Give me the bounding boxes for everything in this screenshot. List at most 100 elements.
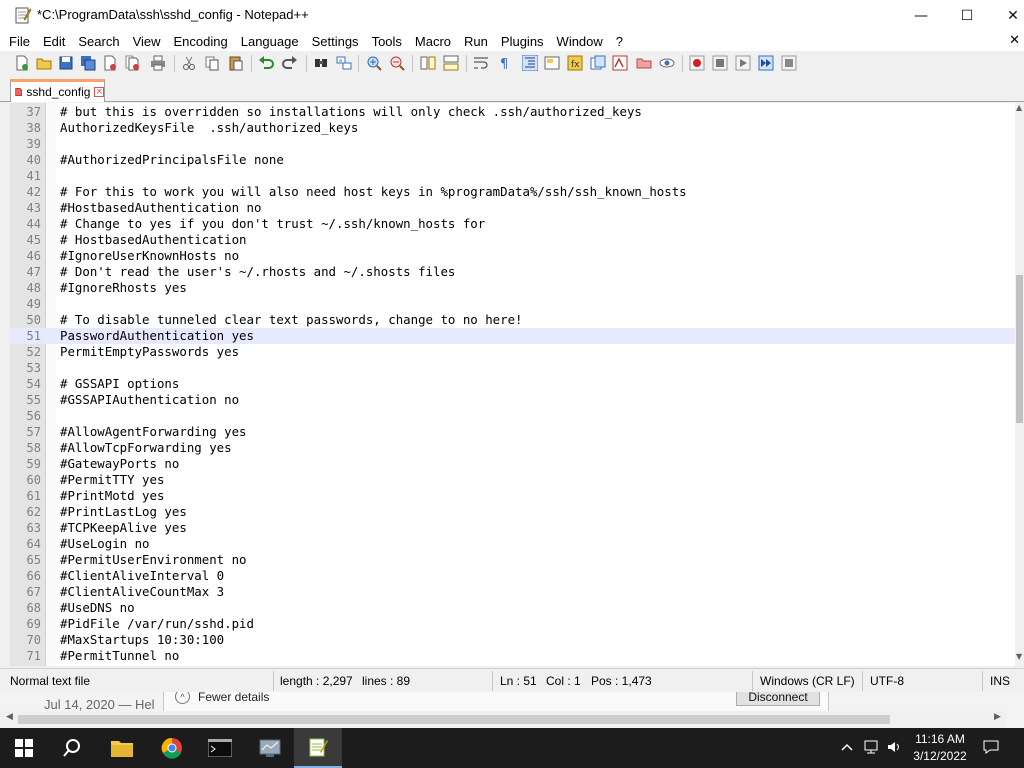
taskbar-file-explorer[interactable] [98, 728, 146, 768]
search-button[interactable] [48, 728, 96, 768]
editor-line[interactable]: 68 #UseDNS no [10, 600, 1015, 616]
start-button[interactable] [0, 728, 48, 768]
monitoring-icon[interactable] [612, 55, 628, 71]
editor-line[interactable]: 49 [10, 296, 1015, 312]
folder-icon[interactable] [636, 55, 652, 71]
notifications-icon[interactable] [982, 738, 1000, 756]
print-icon[interactable] [150, 55, 166, 71]
cut-icon[interactable] [181, 55, 197, 71]
sync-vertical-icon[interactable] [420, 55, 436, 71]
editor-line[interactable]: 61 #PrintMotd yes [10, 488, 1015, 504]
editor-line[interactable]: 70 #MaxStartups 10:30:100 [10, 632, 1015, 648]
close-file-icon[interactable] [102, 55, 118, 71]
replace-icon[interactable]: a [336, 55, 352, 71]
folder-as-workspace-icon[interactable] [590, 55, 606, 71]
open-file-icon[interactable] [36, 55, 52, 71]
editor-line[interactable]: 50 # To disable tunneled clear text passw… [10, 312, 1015, 328]
editor-line[interactable]: 39 [10, 136, 1015, 152]
editor-line[interactable]: 59 #GatewayPorts no [10, 456, 1015, 472]
menu-search[interactable]: Search [78, 34, 119, 49]
status-encoding[interactable]: UTF-8 [870, 674, 904, 688]
system-clock[interactable]: 11:16 AM 3/12/2022 [905, 731, 975, 765]
zoom-in-icon[interactable] [366, 55, 382, 71]
minimize-button[interactable]: — [898, 0, 944, 31]
tab-close-icon[interactable]: × [94, 87, 104, 97]
editor-line[interactable]: 65 #PermitUserEnvironment no [10, 552, 1015, 568]
redo-icon[interactable] [282, 55, 298, 71]
editor-line[interactable]: 51 PasswordAuthentication yes [10, 328, 1015, 344]
save-icon[interactable] [58, 55, 74, 71]
editor-line[interactable]: 63 #TCPKeepAlive yes [10, 520, 1015, 536]
run-macro-multiple-icon[interactable] [758, 55, 774, 71]
scrollbar-thumb[interactable] [18, 715, 890, 724]
taskbar-terminal[interactable] [196, 728, 244, 768]
zoom-out-icon[interactable] [389, 55, 405, 71]
menu-window[interactable]: Window [557, 34, 603, 49]
scrollbar-thumb[interactable] [1016, 275, 1023, 423]
sync-horizontal-icon[interactable] [443, 55, 459, 71]
editor-line[interactable]: 60 #PermitTTY yes [10, 472, 1015, 488]
function-list-icon[interactable]: fx [567, 55, 583, 71]
editor-line[interactable]: 56 [10, 408, 1015, 424]
paste-icon[interactable] [228, 55, 244, 71]
editor-line[interactable]: 43 #HostbasedAuthentication no [10, 200, 1015, 216]
play-macro-icon[interactable] [735, 55, 751, 71]
close-button[interactable]: ✕ [990, 0, 1024, 31]
word-wrap-icon[interactable] [473, 55, 489, 71]
editor-line[interactable]: 44 # Change to yes if you don't trust ~/.… [10, 216, 1015, 232]
menu-run[interactable]: Run [464, 34, 488, 49]
editor-line[interactable]: 47 # Don't read the user's ~/.rhosts and … [10, 264, 1015, 280]
menu-settings[interactable]: Settings [312, 34, 359, 49]
editor-line[interactable]: 71 #PermitTunnel no [10, 648, 1015, 664]
scroll-down-icon[interactable]: ▼ [1016, 652, 1022, 661]
menu-view[interactable]: View [133, 34, 161, 49]
text-editor[interactable]: 37 # but this is overridden so installati… [10, 103, 1015, 666]
scroll-right-icon[interactable]: ▶ [994, 712, 1001, 722]
taskbar-chrome[interactable] [148, 728, 196, 768]
editor-line[interactable]: 45 # HostbasedAuthentication [10, 232, 1015, 248]
editor-line[interactable]: 48 #IgnoreRhosts yes [10, 280, 1015, 296]
editor-line[interactable]: 57 #AllowAgentForwarding yes [10, 424, 1015, 440]
editor-line[interactable]: 69 #PidFile /var/run/sshd.pid [10, 616, 1015, 632]
menu-help[interactable]: ? [616, 34, 623, 49]
menu-encoding[interactable]: Encoding [174, 34, 228, 49]
menu-macro[interactable]: Macro [415, 34, 451, 49]
save-all-icon[interactable] [80, 55, 96, 71]
show-hidden-icons-icon[interactable] [838, 738, 856, 756]
menu-tools[interactable]: Tools [372, 34, 402, 49]
editor-line[interactable]: 64 #UseLogin no [10, 536, 1015, 552]
menu-file[interactable]: File [9, 34, 30, 49]
record-macro-icon[interactable] [689, 55, 705, 71]
close-all-icon[interactable] [124, 55, 140, 71]
maximize-button[interactable]: ☐ [944, 0, 990, 31]
indent-guide-icon[interactable] [522, 55, 538, 71]
new-file-icon[interactable] [14, 55, 30, 71]
title-bar[interactable]: *C:\ProgramData\ssh\sshd_config - Notepa… [0, 0, 1024, 31]
tab-sshd-config[interactable]: sshd_config × [10, 79, 105, 102]
editor-line[interactable]: 55 #GSSAPIAuthentication no [10, 392, 1015, 408]
status-eol[interactable]: Windows (CR LF) [760, 674, 855, 688]
menu-plugins[interactable]: Plugins [501, 34, 544, 49]
editor-line[interactable]: 41 [10, 168, 1015, 184]
editor-line[interactable]: 52 PermitEmptyPasswords yes [10, 344, 1015, 360]
network-icon[interactable] [862, 738, 880, 756]
editor-line[interactable]: 53 [10, 360, 1015, 376]
editor-line[interactable]: 67 #ClientAliveCountMax 3 [10, 584, 1015, 600]
eye-icon[interactable] [659, 55, 675, 71]
vertical-scrollbar[interactable]: ▲ ▼ [1015, 103, 1024, 666]
editor-line[interactable]: 38 AuthorizedKeysFile .ssh/authorized_key… [10, 120, 1015, 136]
show-all-characters-icon[interactable]: ¶ [497, 55, 513, 71]
editor-line[interactable]: 66 #ClientAliveInterval 0 [10, 568, 1015, 584]
scroll-left-icon[interactable]: ◀ [6, 712, 13, 722]
copy-icon[interactable] [204, 55, 220, 71]
status-insert-mode[interactable]: INS [990, 674, 1010, 688]
editor-line[interactable]: 58 #AllowTcpForwarding yes [10, 440, 1015, 456]
menu-language[interactable]: Language [241, 34, 299, 49]
editor-line[interactable]: 42 # For this to work you will also need … [10, 184, 1015, 200]
editor-line[interactable]: 40 #AuthorizedPrincipalsFile none [10, 152, 1015, 168]
save-macro-icon[interactable] [781, 55, 797, 71]
volume-icon[interactable] [885, 738, 903, 756]
menu-edit[interactable]: Edit [43, 34, 65, 49]
taskbar-server-manager[interactable] [246, 728, 294, 768]
scroll-up-icon[interactable]: ▲ [1016, 103, 1022, 112]
